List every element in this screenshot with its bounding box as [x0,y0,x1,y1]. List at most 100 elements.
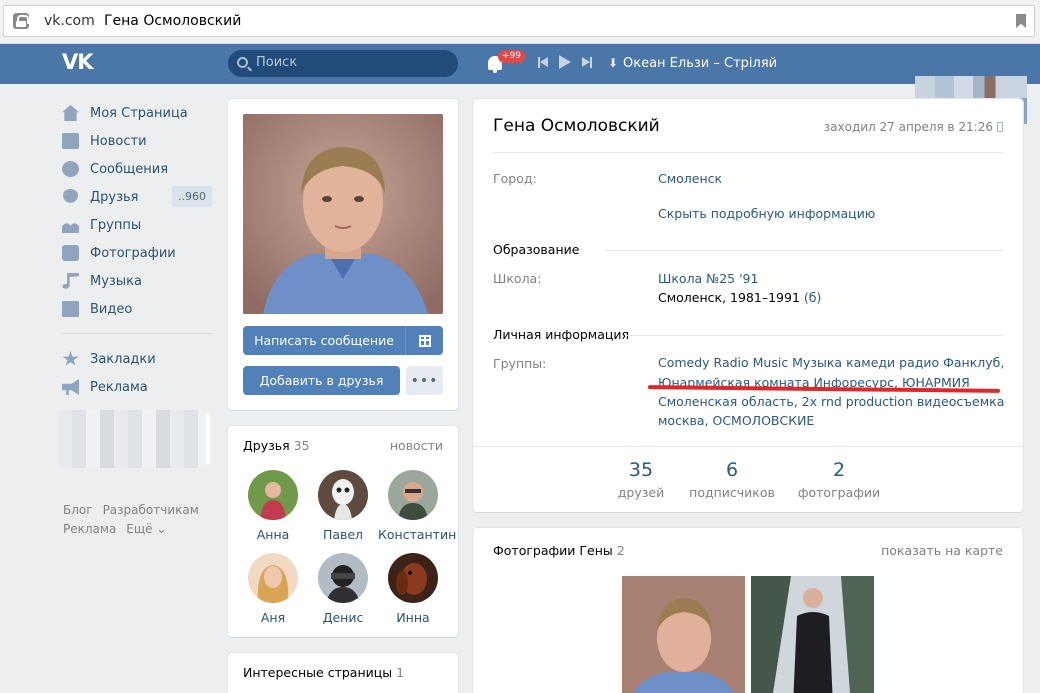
friend-name[interactable]: Аня [238,610,308,625]
friend-item[interactable]: Аня [238,553,308,625]
personal-info-header: Личная информация [493,327,630,342]
news-icon [62,133,79,149]
friend-name[interactable]: Денис [308,610,378,625]
school-value[interactable]: Школа №25 '91 [658,269,758,288]
school-class-link[interactable]: (б) [804,290,821,305]
profile-info-card: Гена Осмоловский заходил 27 апреля в 21:… [473,99,1023,512]
more-actions-button[interactable]: ••• [406,366,443,395]
friends-news-link[interactable]: новости [390,438,443,453]
lock-icon [13,13,29,29]
music-icon [62,273,79,289]
blurred-ad-block [58,410,210,468]
camera-icon [62,245,79,261]
photo-thumbnail[interactable] [751,576,874,693]
next-track-icon[interactable] [582,57,592,68]
menu-item-bookmarks[interactable]: Закладки [62,345,212,373]
menu-item-ads[interactable]: Реклама [62,373,212,401]
vk-logo[interactable]: VK [62,50,94,74]
profile-avatar-card: Написать сообщение Добавить в друзья ••• [228,99,458,410]
groups-line-3[interactable]: Смоленская область, 2x rnd production ви… [658,392,1004,411]
footer-link-ads[interactable]: Реклама [63,522,116,536]
search-box[interactable] [228,50,458,77]
menu-item-messages[interactable]: Сообщения [62,155,212,183]
home-icon [62,105,79,121]
divider [473,446,1023,447]
stat-number: 2 [832,459,846,481]
friend-item[interactable]: Константин [378,470,456,542]
star-icon [62,351,79,366]
menu-label: Закладки [90,351,156,367]
menu-item-music[interactable]: Музыка [62,267,212,295]
friend-name[interactable]: Анна [238,527,308,542]
interesting-pages-card: Интересные страницы 1 [228,653,458,693]
photos-count: 2 [616,543,625,558]
address-bar[interactable]: vk.com Гена Осмоловский [3,5,1035,37]
friend-item[interactable]: Анна [238,470,308,542]
menu-item-friends[interactable]: Друзья ..960 [62,183,212,211]
send-message-button[interactable]: Написать сообщение [243,326,405,355]
search-input[interactable] [256,55,446,70]
video-icon [62,301,79,317]
friend-name[interactable]: Павел [308,527,378,542]
stat-label: подписчиков [689,485,775,500]
friend-item[interactable]: Денис [308,553,378,625]
menu-item-my-page[interactable]: Моя Страница [62,99,212,127]
divider [625,335,1003,336]
stat-photos[interactable]: 2 фотографии [789,459,889,500]
friend-name[interactable]: Инна [378,610,448,625]
menu-item-news[interactable]: Новости [62,127,212,155]
friend-item[interactable]: Инна [378,553,448,625]
friends-title[interactable]: Друзья 35 [243,438,310,453]
url-domain: vk.com [44,13,95,29]
footer-link-more[interactable]: Ещё ⌄ [126,522,166,536]
friend-avatar[interactable] [388,470,438,520]
groups-line-1[interactable]: Comedy Radio Music Музыка камеди радио Ф… [658,353,1004,372]
menu-item-video[interactable]: Видео [62,295,212,323]
photos-title[interactable]: Фотографии Гены 2 [493,543,625,558]
friend-avatar[interactable] [318,553,368,603]
menu-divider [62,333,212,334]
menu-label: Группы [90,217,142,233]
menu-item-photos[interactable]: Фотографии [62,239,212,267]
pages-count: 1 [396,665,405,680]
menu-item-groups[interactable]: Группы [62,211,212,239]
stat-number: 35 [628,459,654,481]
stat-label: фотографии [797,485,881,500]
profile-name: Гена Осмоловский [493,116,660,136]
bookmark-icon[interactable] [1016,14,1026,28]
friends-icon [63,189,78,203]
notification-badge: +99 [498,50,525,63]
hide-details-link[interactable]: Скрыть подробную информацию [658,204,875,223]
footer-link-blog[interactable]: Блог [63,503,93,517]
groups-line-4[interactable]: москва, ОСМОЛОВСКИЕ [658,411,814,430]
previous-track-icon[interactable] [538,57,548,68]
profile-photo[interactable] [243,114,443,314]
gift-button[interactable] [405,326,443,355]
friends-count: 35 [293,438,310,453]
photos-card: Фотографии Гены 2 показать на карте [473,528,1023,693]
photo-thumbnail[interactable] [622,576,745,693]
menu-label: Фотографии [90,245,176,261]
divider [605,250,1003,251]
interesting-pages-title[interactable]: Интересные страницы 1 [243,665,404,680]
friends-title-text: Друзья [243,438,290,453]
friend-avatar[interactable] [388,553,438,603]
friend-avatar[interactable] [318,470,368,520]
add-friend-button[interactable]: Добавить в друзья [243,366,400,395]
mobile-icon [997,122,1003,132]
browser-bar: vk.com Гена Осмоловский [0,0,1040,44]
friend-avatar[interactable] [248,553,298,603]
play-icon[interactable] [559,55,571,69]
friend-name[interactable]: Константин [378,527,456,542]
menu-label: Друзья [90,189,139,205]
friend-avatar[interactable] [248,470,298,520]
footer-link-developers[interactable]: Разработчикам [103,503,199,517]
stat-followers[interactable]: 6 подписчиков [682,459,782,500]
friend-item[interactable]: Павел [308,470,378,542]
current-track[interactable]: Океан Ельзи – Стріляй [623,56,777,71]
show-on-map-link[interactable]: показать на карте [881,543,1003,558]
menu-label: Сообщения [90,161,169,177]
groups-icon [62,223,79,233]
city-value[interactable]: Смоленск [658,169,722,188]
stat-friends[interactable]: 35 друзей [591,459,691,500]
